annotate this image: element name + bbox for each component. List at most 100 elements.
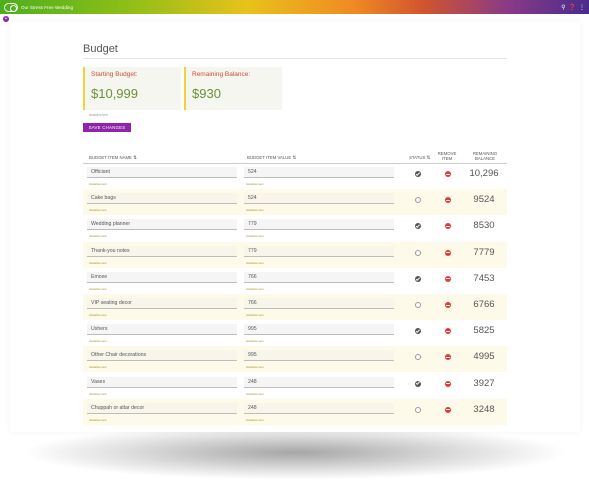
- table-row: Cake bags Assistive text 524 Assistive text…: [83, 189, 507, 216]
- header-item-name[interactable]: BUDGET ITEM NAME ⇅: [89, 155, 137, 161]
- header-item-value[interactable]: BUDGET ITEM VALUE ⇅: [247, 155, 296, 161]
- remove-circle-icon[interactable]: [445, 275, 451, 282]
- remaining-balance-label: Remaining Balance:: [192, 71, 251, 78]
- table-row: Chuppah or altar decor Assistive text 248 A…: [83, 398, 507, 425]
- table-row: Vases Assistive text 248 Assistive text 3927: [83, 373, 507, 399]
- empty-circle-icon[interactable]: [415, 197, 421, 204]
- remaining-balance-card: Remaining Balance: $930: [184, 67, 282, 110]
- item-value-field[interactable]: 779: [244, 245, 394, 257]
- item-value-helper: Assistive text: [246, 339, 264, 344]
- table-row: VIP seating decor Assistive text 766 Assist…: [83, 294, 507, 320]
- item-name-helper: Assistive text: [89, 365, 107, 370]
- item-value-field[interactable]: 524: [244, 193, 394, 205]
- item-name-helper: Assistive text: [89, 208, 107, 213]
- remaining-balance-cell: 9524: [473, 194, 495, 206]
- item-value-field[interactable]: 779: [244, 219, 394, 231]
- header-remove-item: REMOVE ITEM: [437, 151, 457, 161]
- item-value-helper: Assistive text: [246, 286, 264, 291]
- item-value-helper: Assistive text: [246, 208, 264, 213]
- item-value-field[interactable]: 248: [244, 376, 394, 388]
- empty-circle-icon[interactable]: [415, 406, 421, 413]
- table-row: Officiant Assistive text 524 Assistive text…: [83, 163, 507, 189]
- remove-circle-icon[interactable]: [445, 328, 451, 335]
- search-icon[interactable]: ⚲: [561, 4, 565, 11]
- top-icons: ⚲ ❓ ⋮: [561, 4, 585, 11]
- remove-circle-icon[interactable]: [445, 406, 451, 413]
- remaining-balance-cell: 7453: [473, 272, 495, 284]
- table-row: Wedding planner Assistive text 779 Assistiv…: [83, 215, 507, 241]
- item-name-helper: Assistive text: [89, 417, 107, 422]
- item-value-helper: Assistive text: [246, 391, 264, 396]
- page-title: Budget: [83, 43, 118, 55]
- remaining-balance-cell: 6766: [473, 299, 495, 310]
- remaining-balance-cell: 3248: [473, 403, 495, 415]
- remove-circle-icon[interactable]: [445, 171, 451, 177]
- item-name-field[interactable]: Vases: [87, 376, 237, 388]
- starting-budget-helper: Assistive text: [89, 113, 108, 117]
- remaining-balance-cell: 5825: [473, 325, 495, 337]
- check-circle-icon[interactable]: [415, 380, 421, 387]
- check-circle-icon[interactable]: [415, 171, 421, 177]
- item-name-helper: Assistive text: [89, 313, 107, 317]
- remove-circle-icon[interactable]: [445, 354, 451, 361]
- check-circle-icon[interactable]: [415, 328, 421, 335]
- empty-circle-icon[interactable]: [415, 354, 421, 361]
- header-remaining-balance: REMAINING BALANCE: [472, 151, 498, 161]
- more-icon[interactable]: ⋮: [579, 4, 585, 11]
- header-status[interactable]: STATUS ⇅: [409, 155, 430, 161]
- starting-budget-card: Starting Budget: $10,999: [83, 67, 181, 110]
- table-row: Emcee Assistive text 766 Assistive text 7453: [83, 268, 507, 294]
- app-title: Our Stress Free Wedding: [21, 4, 73, 10]
- remaining-balance-value: $930: [192, 86, 221, 101]
- item-name-helper: Assistive text: [89, 391, 107, 396]
- item-value-helper: Assistive text: [246, 182, 264, 186]
- item-name-helper: Assistive text: [89, 182, 107, 186]
- remove-circle-icon[interactable]: [445, 197, 451, 204]
- item-value-field[interactable]: 248: [244, 402, 394, 414]
- top-app-bar: Our Stress Free Wedding ⚲ ❓ ⋮: [0, 0, 589, 14]
- item-name-helper: Assistive text: [89, 339, 107, 344]
- remaining-balance-cell: 7779: [473, 246, 495, 258]
- item-value-helper: Assistive text: [246, 313, 264, 317]
- starting-budget-value: $10,999: [91, 86, 138, 101]
- item-value-helper: Assistive text: [246, 365, 264, 370]
- item-name-field[interactable]: Chuppah or altar decor: [87, 402, 237, 414]
- help-icon[interactable]: ❓: [569, 4, 576, 11]
- remove-circle-icon[interactable]: [445, 380, 451, 387]
- save-changes-button[interactable]: SAVE CHANGES: [83, 123, 131, 132]
- empty-circle-icon[interactable]: [415, 302, 421, 308]
- check-circle-icon[interactable]: [415, 223, 421, 230]
- remaining-balance-cell: 10,296: [469, 168, 499, 179]
- item-name-field[interactable]: VIP seating decor: [87, 298, 237, 309]
- remove-circle-icon[interactable]: [445, 302, 451, 308]
- item-value-field[interactable]: 766: [244, 271, 394, 283]
- empty-circle-icon[interactable]: [415, 249, 421, 256]
- table-row: Ushers Assistive text 995 Assistive text 582…: [83, 320, 507, 346]
- item-name-helper: Assistive text: [89, 234, 107, 239]
- item-name-field[interactable]: Cake bags: [87, 193, 237, 205]
- title-divider: [83, 58, 507, 59]
- item-name-field[interactable]: Emcee: [87, 271, 237, 283]
- item-value-field[interactable]: 995: [244, 350, 394, 362]
- item-name-field[interactable]: Wedding planner: [87, 219, 237, 231]
- item-value-helper: Assistive text: [246, 260, 264, 265]
- remove-circle-icon[interactable]: [445, 249, 451, 256]
- item-name-field[interactable]: Thank-you notes: [87, 245, 237, 257]
- item-value-field[interactable]: 524: [244, 167, 394, 178]
- remaining-balance-cell: 4995: [473, 351, 495, 363]
- remaining-balance-cell: 8530: [473, 220, 495, 232]
- item-value-field[interactable]: 995: [244, 324, 394, 336]
- item-name-helper: Assistive text: [89, 260, 107, 265]
- item-name-field[interactable]: Officiant: [87, 167, 237, 178]
- item-value-helper: Assistive text: [246, 234, 264, 239]
- table-row: Thank-you notes Assistive text 779 Assistiv…: [83, 241, 507, 268]
- item-name-field[interactable]: Ushers: [87, 324, 237, 336]
- starting-budget-label: Starting Budget:: [91, 71, 138, 78]
- check-circle-icon[interactable]: [415, 275, 421, 282]
- add-icon[interactable]: +: [3, 16, 9, 22]
- remove-circle-icon[interactable]: [445, 223, 451, 230]
- item-name-helper: Assistive text: [89, 286, 107, 291]
- item-value-helper: Assistive text: [246, 417, 264, 422]
- item-name-field[interactable]: Other Chair decorations: [87, 350, 237, 362]
- item-value-field[interactable]: 766: [244, 298, 394, 309]
